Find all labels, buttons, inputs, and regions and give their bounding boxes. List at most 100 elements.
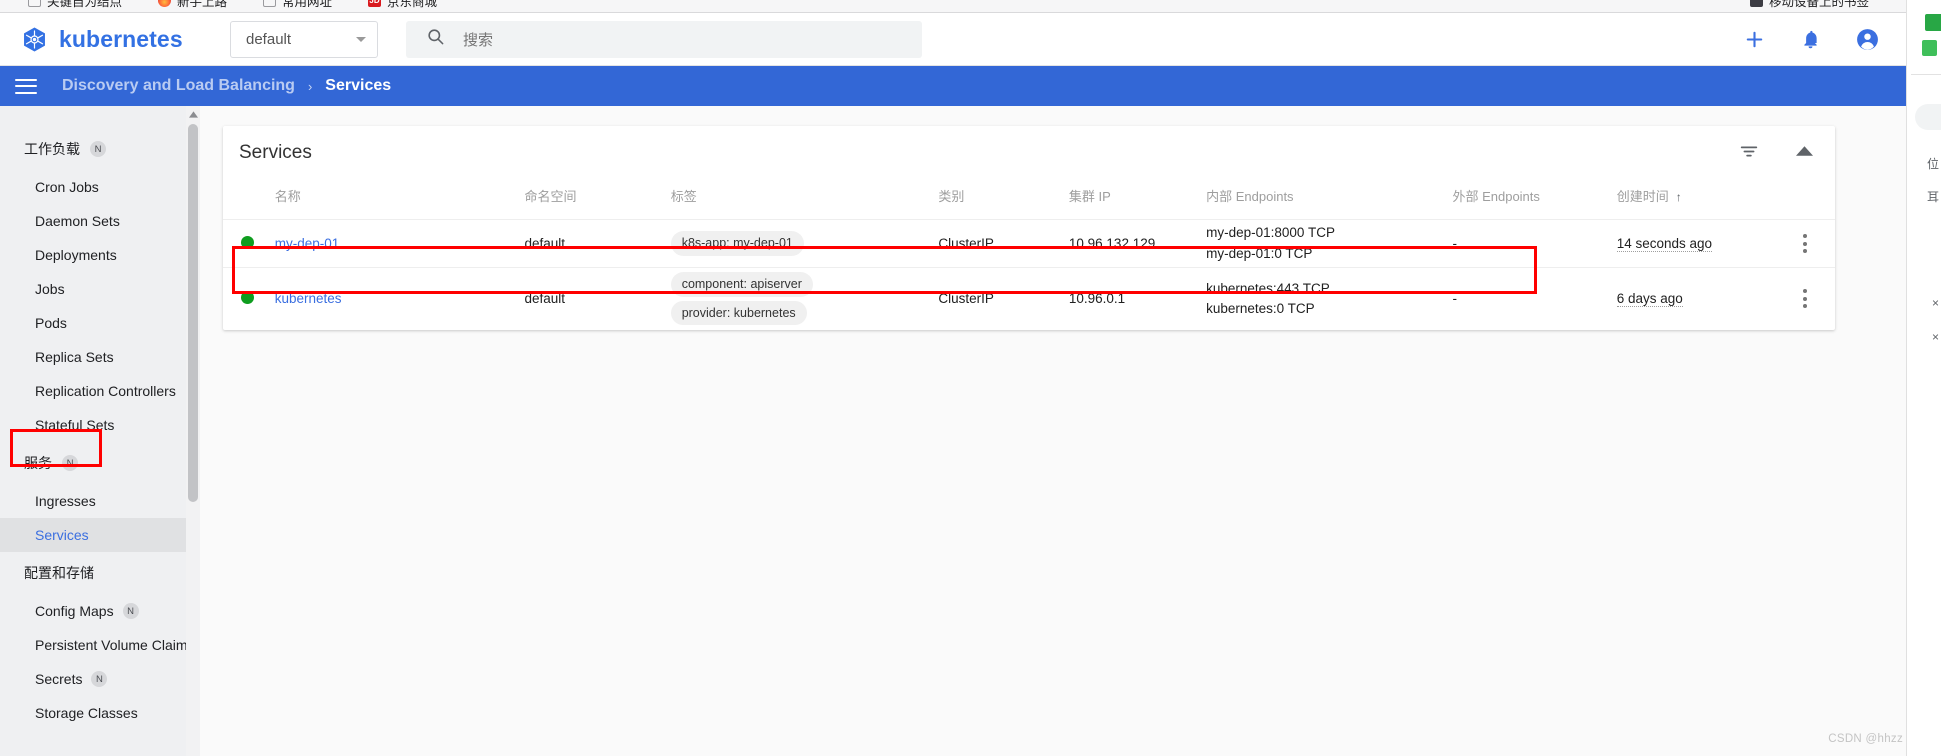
search-input[interactable]: 搜索 bbox=[406, 20, 922, 58]
account-circle-icon[interactable] bbox=[1855, 27, 1880, 52]
column-header-labels[interactable]: 标签 bbox=[671, 180, 939, 220]
search-placeholder: 搜索 bbox=[463, 31, 494, 49]
filter-list-icon[interactable] bbox=[1738, 140, 1760, 167]
column-header-ns[interactable]: 命名空间 bbox=[524, 180, 670, 220]
row-menu-cell bbox=[1774, 267, 1835, 330]
hamburger-menu-icon[interactable] bbox=[15, 78, 37, 94]
bookmark-item[interactable]: 新手上路 bbox=[158, 0, 227, 10]
sidebar-item-replication-controllers[interactable]: Replication Controllers bbox=[0, 374, 186, 408]
sidebar-item-label: Cron Jobs bbox=[35, 179, 99, 195]
bookmark-label: 新手上路 bbox=[177, 0, 228, 9]
breadcrumb-parent[interactable]: Discovery and Load Balancing bbox=[62, 77, 295, 95]
internal-endpoints-cell: kubernetes:443 TCP kubernetes:0 TCP bbox=[1206, 267, 1453, 330]
service-name-link[interactable]: my-dep-01 bbox=[275, 236, 340, 251]
sidebar-item-label: Services bbox=[35, 527, 89, 543]
sidebar-item-label: Deployments bbox=[35, 247, 117, 263]
sidebar-section-title: 服务 bbox=[24, 455, 52, 471]
sidebar-section-header: 服务 N bbox=[0, 442, 186, 484]
namespace-cell: default bbox=[524, 219, 671, 268]
sidebar-item-deployments[interactable]: Deployments bbox=[0, 238, 186, 272]
sidebar-scroll-thumb[interactable] bbox=[188, 124, 198, 502]
services-card: Services 名称 命名空间 标签 类别 集群 IP 内部 Endpoint… bbox=[223, 126, 1835, 330]
column-header-label: 外部 Endpoints bbox=[1452, 189, 1540, 204]
endpoint-line: kubernetes:0 TCP bbox=[1206, 300, 1315, 316]
sidebar-item-label: Daemon Sets bbox=[35, 213, 120, 229]
sidebar-item-replica-sets[interactable]: Replica Sets bbox=[0, 340, 186, 374]
column-header-created[interactable]: 创建时间 ↑ bbox=[1617, 180, 1774, 220]
column-header-menu bbox=[1774, 180, 1835, 220]
sidebar-item-services[interactable]: Services bbox=[0, 518, 186, 552]
divider bbox=[1911, 74, 1941, 75]
sidebar-item-ingresses[interactable]: Ingresses bbox=[0, 484, 186, 518]
column-header-label: 命名空间 bbox=[524, 189, 577, 204]
sidebar-item-label: Persistent Volume Claims bbox=[35, 637, 195, 653]
bookmark-label: 关键自为结点 bbox=[47, 0, 123, 9]
brand-logo-link[interactable]: kubernetes bbox=[21, 26, 226, 53]
sidebar-item-config-maps[interactable]: Config Maps N bbox=[0, 594, 186, 628]
sidebar-item-label: Jobs bbox=[35, 281, 65, 297]
age-text: 14 seconds ago bbox=[1616, 236, 1713, 252]
type-cell: ClusterIP bbox=[938, 267, 1069, 330]
namespaced-badge: N bbox=[62, 455, 78, 471]
partial-glyph-3: × bbox=[1931, 296, 1939, 310]
column-header-ip[interactable]: 集群 IP bbox=[1069, 180, 1206, 220]
column-header-label: 创建时间 bbox=[1616, 189, 1669, 204]
column-header-name[interactable]: 名称 bbox=[275, 180, 525, 220]
sidebar-item-secrets[interactable]: Secrets N bbox=[0, 662, 186, 696]
bookmark-item[interactable]: 关键自为结点 bbox=[28, 0, 122, 10]
scroll-up-icon[interactable] bbox=[186, 106, 200, 122]
column-header-label: 内部 Endpoints bbox=[1206, 189, 1294, 204]
sidebar-section-header: 配置和存储 bbox=[0, 552, 186, 594]
more-vert-icon[interactable] bbox=[1774, 234, 1835, 253]
brand-name: kubernetes bbox=[59, 25, 183, 52]
cluster-ip-cell: 10.96.132.129 bbox=[1068, 219, 1207, 268]
plus-icon[interactable] bbox=[1743, 28, 1766, 51]
column-header-iep[interactable]: 内部 Endpoints bbox=[1206, 180, 1452, 220]
sidebar-item-jobs[interactable]: Jobs bbox=[0, 272, 186, 306]
card-title: Services bbox=[239, 142, 312, 163]
partial-glyph-1: 位 bbox=[1926, 157, 1939, 171]
sidebar-nav: 工作负载 N Cron Jobs Daemon Sets Deployments Jobs… bbox=[0, 106, 200, 756]
column-header-label: 集群 IP bbox=[1068, 189, 1111, 204]
bookmark-folder-icon bbox=[28, 0, 41, 7]
card-toolbar bbox=[1738, 140, 1813, 167]
green-badge-2 bbox=[1922, 40, 1937, 56]
sidebar-item-persistent-volume-claims[interactable]: Persistent Volume ClaimsN bbox=[0, 628, 195, 662]
endpoint-line: my-dep-01:0 TCP bbox=[1206, 245, 1313, 261]
chevron-down-icon bbox=[356, 36, 366, 42]
namespace-cell: default bbox=[524, 267, 671, 330]
more-vert-icon[interactable] bbox=[1774, 289, 1835, 309]
bookmark-item[interactable]: 常用网址 bbox=[263, 0, 332, 10]
service-name-link[interactable]: kubernetes bbox=[275, 291, 342, 306]
column-header-type[interactable]: 类别 bbox=[938, 180, 1068, 220]
external-endpoints-cell: - bbox=[1452, 267, 1617, 330]
bell-icon[interactable] bbox=[1800, 29, 1821, 50]
card-header: Services bbox=[223, 126, 1835, 180]
labels-cell: k8s-app: my-dep-01 bbox=[670, 219, 939, 268]
sidebar-item-pods[interactable]: Pods bbox=[0, 306, 186, 340]
chevron-up-icon[interactable] bbox=[1796, 144, 1813, 162]
sidebar-item-stateful-sets[interactable]: Stateful Sets bbox=[0, 408, 186, 442]
sidebar-item-label: Secrets bbox=[35, 671, 83, 687]
column-header-eep[interactable]: 外部 Endpoints bbox=[1452, 180, 1616, 220]
table-row[interactable]: my-dep-01 default k8s-app: my-dep-01 Cluste… bbox=[223, 219, 1835, 268]
column-header-label: 名称 bbox=[274, 189, 301, 204]
sidebar-item-cron-jobs[interactable]: Cron Jobs bbox=[0, 170, 186, 204]
created-cell: 6 days ago bbox=[1616, 267, 1775, 330]
sidebar-item-label: Replica Sets bbox=[35, 349, 114, 365]
device-icon bbox=[1749, 0, 1763, 7]
namespace-select[interactable]: default bbox=[230, 20, 378, 58]
sidebar-scrollbar[interactable] bbox=[186, 106, 200, 756]
bookmark-item[interactable]: JD 京东商城 bbox=[368, 0, 437, 10]
name-cell: kubernetes bbox=[274, 267, 525, 330]
sidebar-section-header: 工作负载 N bbox=[0, 128, 186, 170]
breadcrumb-current: Services bbox=[325, 77, 392, 94]
sidebar-item-storage-classes[interactable]: Storage Classes bbox=[0, 696, 186, 730]
sidebar-section-title: 工作负载 bbox=[24, 141, 80, 157]
table-row[interactable]: kubernetes default component: apiserver pro… bbox=[223, 267, 1835, 330]
sidebar-item-daemon-sets[interactable]: Daemon Sets bbox=[0, 204, 186, 238]
status-cell bbox=[223, 219, 275, 268]
labels-cell: component: apiserver provider: kubernetes bbox=[670, 267, 939, 330]
status-dot-icon bbox=[241, 235, 254, 249]
bookmark-mobile-devices[interactable]: 移动设备上的书签 bbox=[1749, 0, 1869, 12]
